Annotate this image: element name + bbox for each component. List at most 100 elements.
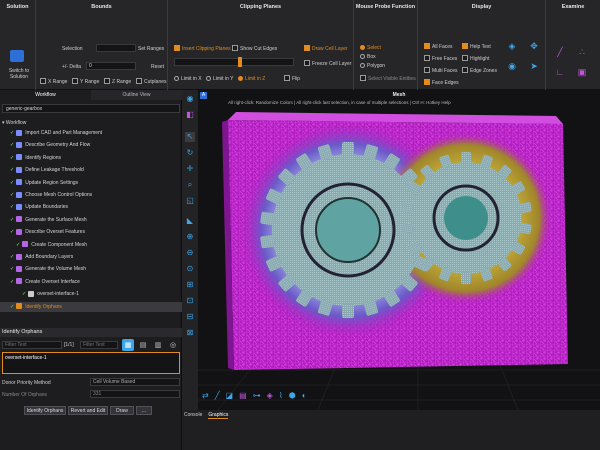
free-faces-checkbox[interactable] <box>424 55 430 61</box>
render-icon[interactable]: ◧ <box>185 110 195 120</box>
face-edges-checkbox[interactable] <box>424 79 430 85</box>
switch-solution-button[interactable]: Switch to Solution <box>4 68 34 80</box>
x-range-checkbox[interactable] <box>40 78 46 84</box>
zoom-icon[interactable]: ⌕ <box>185 180 195 190</box>
zoom-box-icon[interactable]: ◱ <box>185 196 195 206</box>
tab-outline-view[interactable]: Outline View <box>91 90 182 100</box>
display-view-icon[interactable]: ➤ <box>528 60 540 72</box>
multi-faces-checkbox[interactable] <box>424 67 430 73</box>
donor-priority-select[interactable]: Cell Volume Based <box>90 378 180 386</box>
display-sphere-icon[interactable]: ◉ <box>506 60 518 72</box>
z-range-checkbox[interactable] <box>104 78 110 84</box>
draw-cell-layer-checkbox[interactable] <box>304 45 310 51</box>
tab-console[interactable]: Console <box>184 412 202 419</box>
cutplanes-checkbox[interactable] <box>136 78 142 84</box>
rotate-icon[interactable]: ↻ <box>185 148 195 158</box>
workflow-item[interactable]: ✓ Identify Orphans <box>0 301 182 312</box>
workflow-item[interactable]: ✓ Import CAD and Part Management <box>0 128 182 138</box>
switch-solution-icon[interactable] <box>10 50 24 62</box>
set-ranges-button[interactable]: Set Ranges <box>138 46 164 52</box>
visible-entities-checkbox[interactable] <box>360 75 366 81</box>
ruler-icon[interactable]: ◣ <box>185 216 195 226</box>
examine-points-icon[interactable]: ∴ <box>576 46 588 58</box>
examine-line-icon[interactable]: ╱ <box>554 46 566 58</box>
highlight-label: Highlight <box>470 56 490 62</box>
view-side-icon[interactable]: ⊠ <box>185 328 195 338</box>
revert-edit-button[interactable]: Revert and Edit <box>68 406 108 415</box>
workflow-item[interactable]: ✓ Create Overset Interface <box>0 277 182 287</box>
workflow-combo[interactable]: generic-gearbox <box>2 104 180 113</box>
graphics-viewport[interactable]: A Mesh All right-click: Randomize Colors… <box>198 90 600 410</box>
workflow-item[interactable]: ✓ Define Leakage Threshold <box>0 165 182 175</box>
selection-field[interactable] <box>96 44 136 52</box>
show-cut-edges-checkbox[interactable] <box>232 45 238 51</box>
identify-orphans-header: Identify Orphans <box>0 328 182 337</box>
workflow-item[interactable]: ✓ Choose Mesh Control Options <box>0 190 182 200</box>
tool-plane-icon[interactable]: ◪ <box>226 391 234 400</box>
view-iso-icon[interactable]: ⊡ <box>185 296 195 306</box>
orphan-list-item[interactable]: overset-interface-1 <box>5 355 47 361</box>
zoom-out-icon[interactable]: ⊖ <box>185 248 195 258</box>
reset-button[interactable]: Reset <box>151 64 164 70</box>
workflow-item[interactable]: ✓ Identify Regions <box>0 153 182 163</box>
display-axes-icon[interactable]: ✥ <box>528 40 540 52</box>
tool-cell-icon[interactable]: ▤ <box>239 391 247 400</box>
all-faces-checkbox[interactable] <box>424 43 430 49</box>
tool-arrow-icon[interactable]: ⇄ <box>202 391 209 400</box>
limit-y-radio[interactable] <box>206 76 211 81</box>
clip-slider-track[interactable] <box>174 58 294 66</box>
help-text-checkbox[interactable] <box>462 43 468 49</box>
draw-button[interactable]: Draw <box>110 406 134 415</box>
filter-input-2[interactable]: Filter Text <box>80 341 118 349</box>
workflow-item[interactable]: ✓ Generate the Volume Mesh <box>0 264 182 274</box>
workflow-item-label: Update Region Settings <box>25 179 79 186</box>
clip-slider-handle[interactable] <box>238 57 242 67</box>
examine-corner-icon[interactable]: ∟ <box>554 66 566 78</box>
select-radio[interactable] <box>360 45 365 50</box>
workflow-item[interactable]: ✓ Update Boundaries <box>0 202 182 212</box>
tool-edge-icon[interactable]: ⌇ <box>279 391 283 400</box>
polygon-radio[interactable] <box>360 63 365 68</box>
options-icon[interactable]: ◎ <box>167 339 179 351</box>
fit-view-icon[interactable]: ◉ <box>185 94 195 104</box>
workflow-item[interactable]: ✓ Describe Overset Features <box>0 227 182 237</box>
select-all-icon[interactable]: ▦ <box>122 339 134 351</box>
tab-graphics[interactable]: Graphics <box>208 412 229 419</box>
tool-node-icon[interactable]: ⊶ <box>253 391 261 400</box>
select-pointer-icon[interactable]: ↖ <box>185 132 195 142</box>
insert-clipping-checkbox[interactable] <box>174 45 180 51</box>
tab-workflow[interactable]: Workflow <box>0 90 91 100</box>
view-top-icon[interactable]: ⊟ <box>185 312 195 322</box>
zoom-fit-icon[interactable]: ⊙ <box>185 264 195 274</box>
tool-face-icon[interactable]: ◈ <box>267 391 273 400</box>
flip-checkbox[interactable] <box>284 75 290 81</box>
pan-icon[interactable]: ✛ <box>185 164 195 174</box>
freeze-cell-layer-checkbox[interactable] <box>304 60 310 66</box>
highlight-checkbox[interactable] <box>462 55 468 61</box>
filter-input[interactable]: Filter Text <box>2 341 62 349</box>
filter-icon[interactable]: ▤ <box>137 339 149 351</box>
display-cube-icon[interactable]: ◈ <box>506 40 518 52</box>
edge-zones-checkbox[interactable] <box>462 67 468 73</box>
identify-orphans-button[interactable]: Identify Orphans <box>24 406 66 415</box>
workflow-item[interactable]: ✓ Describe Geometry And Flow <box>0 140 182 150</box>
zoom-in-icon[interactable]: ⊕ <box>185 232 195 242</box>
box-radio[interactable] <box>360 54 365 59</box>
workflow-item[interactable]: ✓ overset-interface-1 <box>0 289 182 299</box>
tool-line-icon[interactable]: ╱ <box>215 391 220 400</box>
workflow-item[interactable]: ✓ Generate the Surface Mesh <box>0 215 182 225</box>
workflow-root[interactable]: ▾ Workflow <box>2 118 26 128</box>
tool-body-icon[interactable]: ⬢ <box>289 391 296 400</box>
y-range-checkbox[interactable] <box>72 78 78 84</box>
workflow-item[interactable]: ✓ Create Component Mesh <box>0 240 182 250</box>
view-front-icon[interactable]: ⊞ <box>185 280 195 290</box>
workflow-item[interactable]: ✓ Add Boundary Layers <box>0 252 182 262</box>
tool-zone-icon[interactable]: ◐ <box>302 391 307 400</box>
limit-x-radio[interactable] <box>174 76 179 81</box>
workflow-item[interactable]: ✓ Update Region Settings <box>0 178 182 188</box>
list-icon[interactable]: ▥ <box>152 339 164 351</box>
examine-box-icon[interactable]: ▣ <box>576 66 588 78</box>
more-button[interactable]: ... <box>136 406 152 415</box>
delta-field[interactable]: 0 <box>86 62 136 70</box>
limit-z-radio[interactable] <box>238 76 243 81</box>
